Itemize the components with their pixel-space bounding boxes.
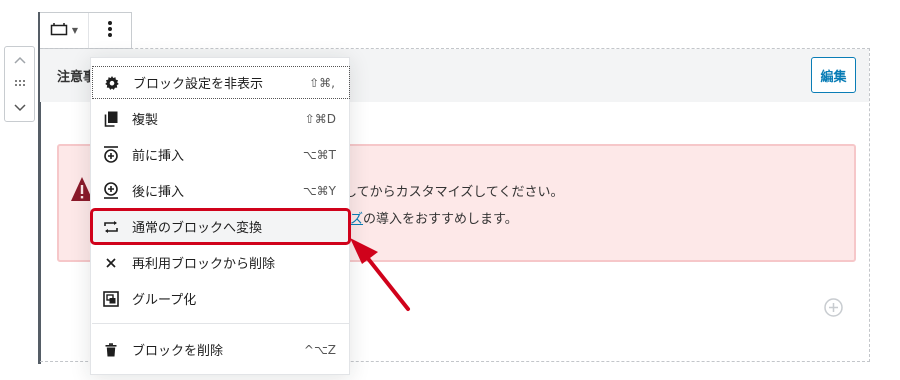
menu-item-label: グループ化 xyxy=(132,293,197,308)
block-mover xyxy=(4,46,35,122)
close-icon xyxy=(102,254,120,272)
move-down-button[interactable] xyxy=(5,96,34,120)
group-icon xyxy=(102,290,120,308)
block-type-button[interactable]: ▼ xyxy=(40,13,89,48)
insert-before-icon xyxy=(102,146,120,164)
chevron-down-icon xyxy=(13,102,26,115)
chevron-up-icon xyxy=(13,54,26,67)
menu-item-remove-from-reusable[interactable]: 再利用ブロックから削除 xyxy=(92,246,350,279)
menu-divider xyxy=(92,323,350,324)
menu-item-shortcut: ⇧⌘, xyxy=(309,75,335,90)
menu-item-hide-settings[interactable]: ブロック設定を非表示 ⇧⌘, xyxy=(92,66,350,99)
drag-handle[interactable] xyxy=(5,72,34,96)
drag-handle-icon xyxy=(14,79,26,90)
menu-item-shortcut: ⌥⌘T xyxy=(302,147,336,162)
edit-button[interactable]: 編集 xyxy=(811,57,856,93)
move-up-button[interactable] xyxy=(5,48,34,72)
menu-item-insert-before[interactable]: 前に挿入 ⌥⌘T xyxy=(92,138,350,171)
more-options-icon xyxy=(107,20,113,42)
menu-item-group[interactable]: グループ化 xyxy=(92,282,350,315)
notice-text-rest: の導入をおすすめします。 xyxy=(363,212,518,227)
caret-down-icon: ▼ xyxy=(71,26,79,35)
trash-icon xyxy=(102,341,120,359)
menu-item-shortcut: ⇧⌘D xyxy=(304,111,336,126)
menu-item-label: 再利用ブロックから削除 xyxy=(132,257,276,272)
notice-link[interactable]: ズ xyxy=(350,212,363,227)
menu-item-shortcut: ⌥⌘Y xyxy=(302,183,336,198)
menu-item-insert-after[interactable]: 後に挿入 ⌥⌘Y xyxy=(92,174,350,207)
add-block-icon[interactable] xyxy=(824,298,843,317)
notice-text-line2: ズの導入をおすすめします。 xyxy=(350,208,518,227)
insert-after-icon xyxy=(102,182,120,200)
menu-item-duplicate[interactable]: 複製 ⇧⌘D xyxy=(92,102,350,135)
gear-icon xyxy=(103,74,121,92)
annotation-highlight-box xyxy=(90,208,351,245)
more-options-button[interactable] xyxy=(89,13,131,48)
duplicate-icon xyxy=(102,110,120,128)
menu-item-delete-block[interactable]: ブロックを削除 ^⌥Z xyxy=(92,333,350,366)
block-type-icon xyxy=(50,21,68,40)
notice-text-line1: してからカスタマイズしてください。 xyxy=(344,185,564,200)
block-toolbar: ▼ xyxy=(40,12,132,49)
menu-item-shortcut: ^⌥Z xyxy=(303,342,336,357)
